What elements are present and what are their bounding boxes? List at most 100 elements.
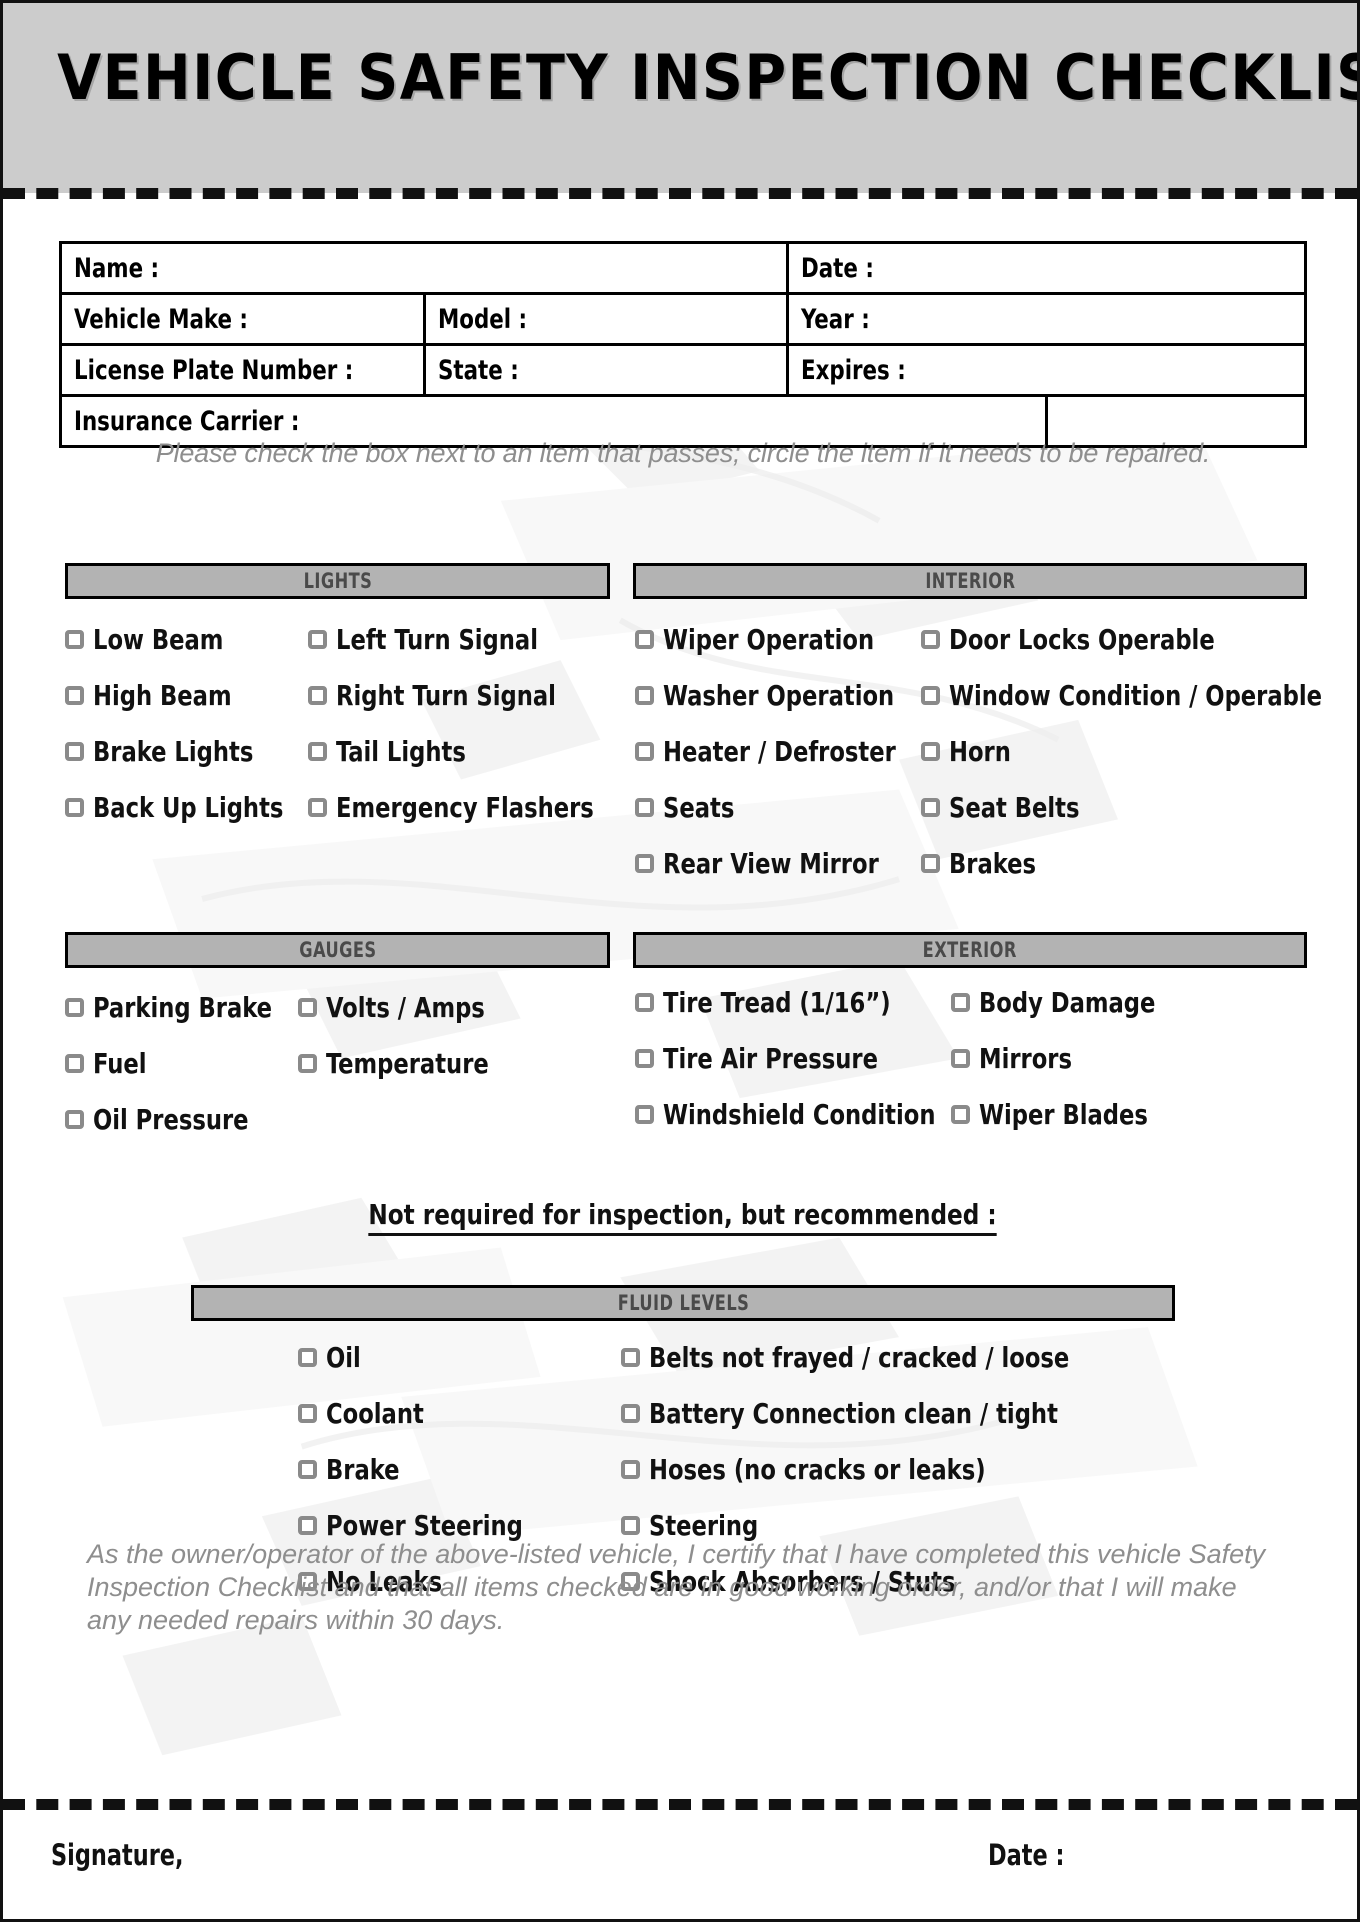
checklist-item-horn[interactable]: Horn <box>921 735 1018 768</box>
checkbox-icon[interactable] <box>298 1404 317 1423</box>
checklist-item-windshield-condition[interactable]: Windshield Condition <box>635 1098 966 1131</box>
field-name[interactable]: Name : <box>59 241 789 295</box>
checkbox-icon[interactable] <box>65 1110 84 1129</box>
checkbox-icon[interactable] <box>621 1348 640 1367</box>
checkbox-icon[interactable] <box>298 1516 317 1535</box>
checklist-item-parking-brake[interactable]: Parking Brake <box>65 991 292 1024</box>
checkbox-icon[interactable] <box>635 630 654 649</box>
checkbox-icon[interactable] <box>65 998 84 1017</box>
field-license-plate[interactable]: License Plate Number : <box>59 343 426 397</box>
checkbox-icon[interactable] <box>921 686 940 705</box>
checklist-item-left-turn-signal[interactable]: Left Turn Signal <box>308 623 560 656</box>
checkbox-icon[interactable] <box>308 686 327 705</box>
field-model[interactable]: Model : <box>422 292 789 346</box>
checklist-item-right-turn-signal[interactable]: Right Turn Signal <box>308 679 580 712</box>
checklist-item-oil-pressure[interactable]: Oil Pressure <box>65 1103 266 1136</box>
checkbox-icon[interactable] <box>951 1105 970 1124</box>
section-header-lights: LIGHTS <box>65 563 610 599</box>
checkbox-icon[interactable] <box>951 1049 970 1068</box>
checklist-item-tire-air-pressure[interactable]: Tire Air Pressure <box>635 1042 902 1075</box>
checklist-item-volts-amps[interactable]: Volts / Amps <box>298 991 502 1024</box>
footer-date-label: Date : <box>988 1838 1065 1872</box>
certification-text: As the owner/operator of the above-liste… <box>87 1539 1266 1635</box>
checklist-item-door-locks-operable[interactable]: Door Locks Operable <box>921 623 1244 656</box>
vehicle-info-table: Name : Date : Vehicle Make : Model : Yea… <box>59 241 1307 448</box>
checklist-item-seats[interactable]: Seats <box>635 791 742 824</box>
checkbox-icon[interactable] <box>621 1516 640 1535</box>
checkbox-icon[interactable] <box>65 630 84 649</box>
checklist-item-back-up-lights[interactable]: Back Up Lights <box>65 791 305 824</box>
checklist-item-emergency-flashers[interactable]: Emergency Flashers <box>308 791 622 824</box>
section-header-fluid-levels: FLUID LEVELS <box>191 1285 1175 1321</box>
checkbox-icon[interactable] <box>635 1105 654 1124</box>
checklist-item-window-condition[interactable]: Window Condition / Operable <box>921 679 1357 712</box>
checklist-item-fuel[interactable]: Fuel <box>65 1047 152 1080</box>
checkbox-icon[interactable] <box>308 798 327 817</box>
field-state[interactable]: State : <box>422 343 789 397</box>
checklist-item-battery-connection[interactable]: Battery Connection clean / tight <box>621 1397 1103 1430</box>
dashed-divider-bottom <box>3 1799 1357 1810</box>
checklist-item-heater-defroster[interactable]: Heater / Defroster <box>635 735 922 768</box>
checkbox-icon[interactable] <box>65 686 84 705</box>
section-title-exterior: EXTERIOR <box>922 938 1018 962</box>
field-expires[interactable]: Expires : <box>786 343 1307 397</box>
checkbox-icon[interactable] <box>298 1054 317 1073</box>
checkbox-icon[interactable] <box>921 798 940 817</box>
checklist-item-brakes[interactable]: Brakes <box>921 847 1046 880</box>
checklist-item-oil[interactable]: Oil <box>298 1341 365 1374</box>
checkbox-icon[interactable] <box>635 686 654 705</box>
checklist-item-mirrors[interactable]: Mirrors <box>951 1042 1082 1075</box>
checkbox-icon[interactable] <box>65 1054 84 1073</box>
checklist-item-belts[interactable]: Belts not frayed / cracked / loose <box>621 1341 1116 1374</box>
checklist-item-tire-tread[interactable]: Tire Tread (1/16”) <box>635 986 916 1019</box>
checklist-item-brake-lights[interactable]: Brake Lights <box>65 735 271 768</box>
checkbox-icon[interactable] <box>308 742 327 761</box>
checklist-item-body-damage[interactable]: Body Damage <box>951 986 1175 1019</box>
checklist-item-rear-view-mirror[interactable]: Rear View Mirror <box>635 847 903 880</box>
section-header-interior: INTERIOR <box>633 563 1307 599</box>
checkbox-icon[interactable] <box>635 742 654 761</box>
table-row: License Plate Number : State : Expires : <box>59 343 1307 397</box>
checkbox-icon[interactable] <box>921 742 940 761</box>
header-band: VEHICLE SAFETY INSPECTION CHECKLIST <box>3 3 1357 193</box>
field-vehicle-make[interactable]: Vehicle Make : <box>59 292 426 346</box>
checkbox-icon[interactable] <box>308 630 327 649</box>
checklist-item-high-beam[interactable]: High Beam <box>65 679 247 712</box>
checkbox-icon[interactable] <box>951 993 970 1012</box>
field-year[interactable]: Year : <box>786 292 1307 346</box>
checkbox-icon[interactable] <box>65 798 84 817</box>
page-title: VEHICLE SAFETY INSPECTION CHECKLIST <box>57 41 1360 114</box>
recommended-heading: Not required for inspection, but recomme… <box>59 1198 1307 1236</box>
checkbox-icon[interactable] <box>298 998 317 1017</box>
inspection-form-page: VEHICLE SAFETY INSPECTION CHECKLIST Name… <box>0 0 1360 1922</box>
checkbox-icon[interactable] <box>635 1049 654 1068</box>
checkbox-icon[interactable] <box>921 854 940 873</box>
table-row: Vehicle Make : Model : Year : <box>59 292 1307 346</box>
checkbox-icon[interactable] <box>65 742 84 761</box>
checkbox-icon[interactable] <box>635 993 654 1012</box>
instructions-text: Please check the box next to an item tha… <box>155 438 1211 468</box>
checklist-item-temperature[interactable]: Temperature <box>298 1047 507 1080</box>
section-header-exterior: EXTERIOR <box>633 932 1307 968</box>
field-date[interactable]: Date : <box>786 241 1307 295</box>
checklist-item-tail-lights[interactable]: Tail Lights <box>308 735 480 768</box>
checkbox-icon[interactable] <box>621 1460 640 1479</box>
section-title-interior: INTERIOR <box>924 569 1016 593</box>
checkbox-icon[interactable] <box>298 1460 317 1479</box>
checkbox-icon[interactable] <box>621 1404 640 1423</box>
checkbox-icon[interactable] <box>921 630 940 649</box>
checkbox-icon[interactable] <box>298 1348 317 1367</box>
checklist-item-brake-fluid[interactable]: Brake <box>298 1453 408 1486</box>
checklist-item-wiper-operation[interactable]: Wiper Operation <box>635 623 898 656</box>
table-row: Name : Date : <box>59 241 1307 295</box>
section-header-gauges: GAUGES <box>65 932 610 968</box>
checklist-item-hoses[interactable]: Hoses (no cracks or leaks) <box>621 1453 1023 1486</box>
checkbox-icon[interactable] <box>635 854 654 873</box>
section-title-lights: LIGHTS <box>303 569 372 593</box>
checklist-item-washer-operation[interactable]: Washer Operation <box>635 679 920 712</box>
checklist-item-seat-belts[interactable]: Seat Belts <box>921 791 1094 824</box>
checkbox-icon[interactable] <box>635 798 654 817</box>
checklist-item-low-beam[interactable]: Low Beam <box>65 623 238 656</box>
checklist-item-coolant[interactable]: Coolant <box>298 1397 435 1430</box>
checklist-item-wiper-blades[interactable]: Wiper Blades <box>951 1098 1167 1131</box>
